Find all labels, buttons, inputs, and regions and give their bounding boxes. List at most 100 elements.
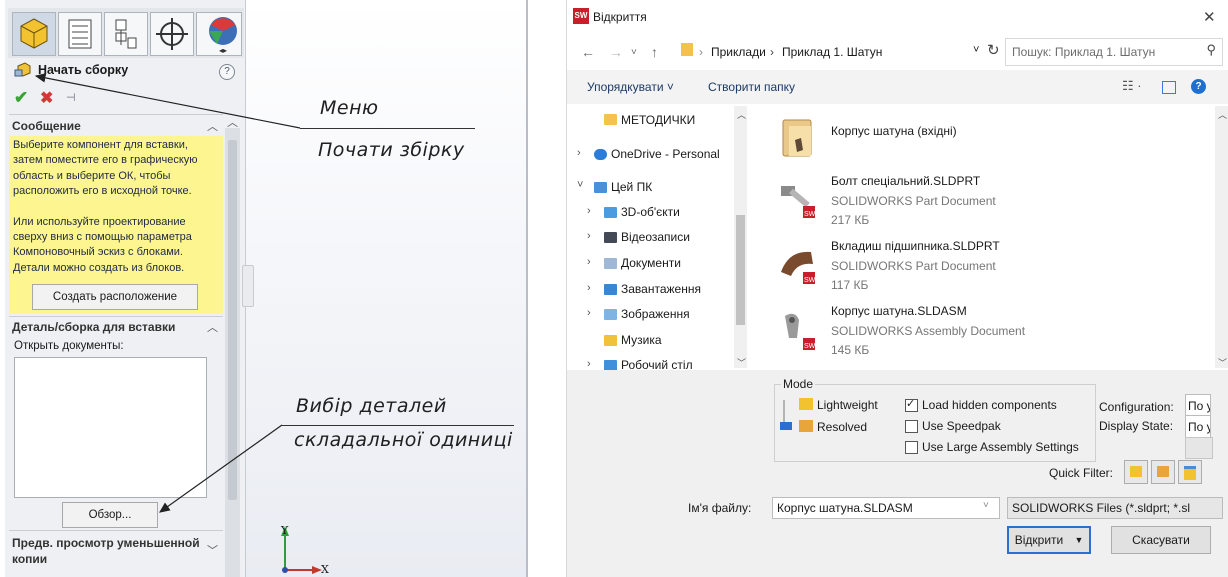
pictures-icon <box>604 309 617 320</box>
filename-dropdown-icon[interactable]: ˅ <box>983 500 989 511</box>
expand-chevron-icon[interactable]: › <box>587 205 591 217</box>
documents-icon <box>604 258 617 269</box>
nav-item[interactable]: Відеозаписи <box>621 230 690 244</box>
assembly-thumbnail: SW <box>777 308 817 352</box>
preview-pane-icon[interactable] <box>1162 81 1176 94</box>
organize-button[interactable]: Упорядкувати ˅ <box>587 80 674 94</box>
nav-item[interactable]: Документи <box>621 256 681 270</box>
dialog-title: Відкриття <box>593 10 647 24</box>
nav-item[interactable]: OneDrive - Personal <box>611 147 720 161</box>
nav-item[interactable]: Музика <box>621 333 662 347</box>
lightweight-icon <box>799 398 813 410</box>
quick-filter-label: Quick Filter: <box>1049 466 1114 480</box>
folder-icon <box>681 43 693 56</box>
scroll-up-icon[interactable]: ︿ <box>1218 108 1227 121</box>
search-input[interactable]: Пошук: Приклад 1. Шатун ⚲ <box>1005 38 1223 66</box>
file-list: Корпус шатуна (вхідні) SW Болт спеціальн… <box>749 106 1214 368</box>
file-size: 217 КБ <box>831 213 870 227</box>
file-name[interactable]: Корпус шатуна.SLDASM <box>831 304 967 318</box>
display-state-label: Display State: <box>1099 419 1174 433</box>
filter-drawings-icon[interactable] <box>1178 460 1202 484</box>
file-type: SOLIDWORKS Part Document <box>831 194 996 208</box>
forward-arrow-icon[interactable]: → <box>609 44 623 60</box>
scroll-down-icon[interactable]: ﹀ <box>737 356 746 369</box>
file-size: 117 КБ <box>831 278 869 292</box>
expand-chevron-icon[interactable]: › <box>587 307 591 319</box>
filetype-select[interactable]: SOLIDWORKS Files (*.sldprt; *.sl <box>1007 497 1223 519</box>
file-name[interactable]: Болт спеціальний.SLDPRT <box>831 174 980 188</box>
breadcrumb-separator: › <box>699 45 703 59</box>
display-state-extra[interactable] <box>1185 437 1213 459</box>
configuration-label: Configuration: <box>1099 400 1174 414</box>
large-assembly-label[interactable]: Use Large Assembly Settings <box>922 440 1079 454</box>
collapse-chevron-icon[interactable]: ˅ <box>577 179 583 191</box>
speedpak-checkbox[interactable] <box>905 420 918 433</box>
expand-chevron-icon[interactable]: › <box>587 256 591 268</box>
svg-text:SW: SW <box>804 277 816 284</box>
filter-assemblies-icon[interactable] <box>1151 460 1175 484</box>
new-folder-button[interactable]: Створити папку <box>708 80 795 94</box>
up-arrow-icon[interactable]: ↑ <box>651 44 658 60</box>
folder-icon <box>604 114 617 125</box>
solidworks-logo-icon: SW <box>573 8 589 24</box>
large-assembly-checkbox[interactable] <box>905 441 918 454</box>
nav-item[interactable]: Зображення <box>621 307 690 321</box>
cloud-icon <box>594 149 607 160</box>
recent-locations-chevron-icon[interactable]: ˅ <box>631 47 637 58</box>
refresh-icon[interactable]: ↻ <box>987 41 1000 59</box>
file-list-scrollbar[interactable] <box>1215 106 1228 368</box>
view-options-icon[interactable]: ☷ · <box>1122 78 1142 94</box>
videos-icon <box>604 232 617 243</box>
file-type: SOLIDWORKS Part Document <box>831 259 996 273</box>
scroll-up-icon[interactable]: ︿ <box>737 108 746 121</box>
display-state-select[interactable]: По у <box>1185 415 1211 439</box>
file-name[interactable]: Корпус шатуна (вхідні) <box>831 124 957 138</box>
speedpak-label[interactable]: Use Speedpak <box>922 419 1001 433</box>
load-hidden-checkbox[interactable] <box>905 397 918 412</box>
expand-chevron-icon[interactable]: › <box>587 282 591 294</box>
svg-text:SW: SW <box>804 343 816 350</box>
resolved-icon <box>799 420 813 432</box>
file-name[interactable]: Вкладиш підшипника.SLDPRT <box>831 239 1000 253</box>
breadcrumb-item[interactable]: Приклад 1. Шатун <box>782 45 882 59</box>
scroll-down-icon[interactable]: ﹀ <box>1218 356 1227 369</box>
navigation-scrollbar-thumb[interactable] <box>736 215 745 325</box>
help-icon[interactable]: ? <box>1191 79 1206 94</box>
part-thumbnail: SW <box>777 176 817 220</box>
search-icon[interactable]: ⚲ <box>1206 42 1216 58</box>
open-button[interactable]: Відкрити <box>1007 526 1071 554</box>
downloads-icon <box>604 284 617 295</box>
filename-label: Ім'я файлу: <box>688 501 752 515</box>
resolved-label[interactable]: Resolved <box>817 420 867 434</box>
3d-objects-icon <box>604 207 617 218</box>
nav-item[interactable]: 3D-об'єкти <box>621 205 680 219</box>
part-thumbnail: SW <box>777 242 817 286</box>
svg-text:SW: SW <box>804 211 816 218</box>
nav-item[interactable]: Цей ПК <box>611 180 652 194</box>
nav-item[interactable]: Завантаження <box>621 282 701 296</box>
open-dropdown-icon[interactable]: ▼ <box>1069 526 1091 554</box>
search-placeholder: Пошук: Приклад 1. Шатун <box>1012 45 1156 59</box>
expand-chevron-icon[interactable]: › <box>577 147 581 159</box>
nav-item[interactable]: МЕТОДИЧКИ <box>621 113 695 127</box>
annotation-arrows <box>34 73 301 513</box>
solidworks-window: ◂▸ Начать сборку ? ✔ ✖ ⊣ Сообщение ︿ ︿ В… <box>0 0 530 577</box>
cancel-button[interactable]: Скасувати <box>1111 526 1211 554</box>
load-hidden-label[interactable]: Load hidden components <box>922 398 1057 412</box>
computer-icon <box>594 182 607 193</box>
mode-label: Mode <box>781 377 816 391</box>
expand-chevron-icon[interactable]: › <box>587 230 591 242</box>
filename-input[interactable]: Корпус шатуна.SLDASM <box>772 497 1000 519</box>
back-arrow-icon[interactable]: ← <box>581 44 595 60</box>
file-size: 145 КБ <box>831 343 870 357</box>
address-dropdown-icon[interactable]: ˅ <box>973 44 979 56</box>
file-type: SOLIDWORKS Assembly Document <box>831 324 1026 338</box>
expand-chevron-icon[interactable]: › <box>587 358 591 370</box>
breadcrumb-item[interactable]: Приклади <box>711 45 766 59</box>
filter-parts-icon[interactable] <box>1124 460 1148 484</box>
close-icon[interactable]: ✕ <box>1203 8 1216 26</box>
breadcrumb-separator: › <box>770 45 774 59</box>
navigation-pane: МЕТОДИЧКИ › OneDrive - Personal ˅ Цей ПК… <box>567 106 747 372</box>
lightweight-label[interactable]: Lightweight <box>817 398 878 412</box>
mode-slider-icon[interactable] <box>778 398 800 432</box>
